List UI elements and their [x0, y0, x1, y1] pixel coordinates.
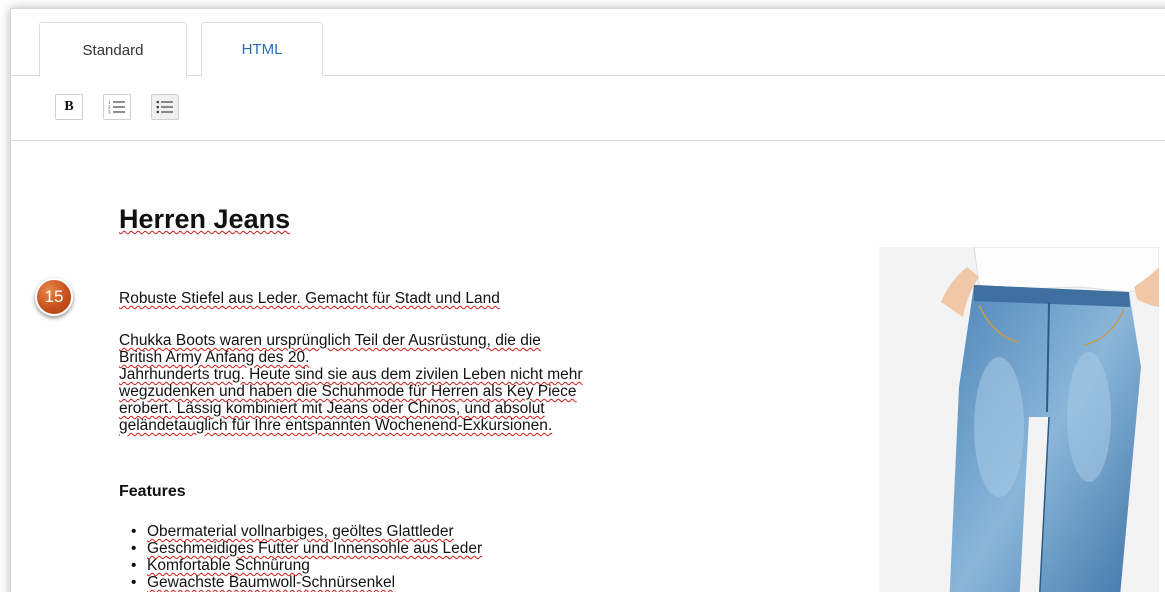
product-image: [879, 247, 1159, 592]
editor-content[interactable]: Herren Jeans 15 Robuste Stiefel aus Lede…: [11, 142, 1165, 592]
paragraph-line: British Army Anfang des 20.: [119, 349, 310, 366]
paragraph-line: wegzudenken und haben die Schuhmode für …: [119, 383, 577, 400]
tab-html[interactable]: HTML: [201, 22, 323, 76]
feature-text: Gewachste Baumwoll-Schnürsenkel: [147, 574, 396, 591]
editor-frame: Standard HTML B 1 2 3 Herren Jeans 15 Ro…: [10, 8, 1165, 592]
editor-tabbar: Standard HTML: [11, 9, 1165, 77]
tab-standard[interactable]: Standard: [39, 22, 187, 77]
jeans-model-illustration: [879, 247, 1159, 592]
paragraph-line: geländetauglich für Ihre entspannten Woc…: [119, 417, 553, 434]
formatting-toolbar: B 1 2 3: [11, 76, 1165, 141]
svg-text:3: 3: [108, 110, 111, 115]
paragraph-line: erobert. Lässig kombiniert mit Jeans ode…: [119, 400, 545, 417]
content-heading: Herren Jeans: [119, 204, 290, 235]
content-paragraph: Chukka Boots waren ursprünglich Teil der…: [119, 332, 719, 434]
step-badge: 15: [35, 278, 73, 316]
list-item: Gewachste Baumwoll-Schnürsenkel: [119, 574, 482, 591]
feature-text: Komfortable Schnürung: [147, 557, 310, 574]
feature-list: Obermaterial vollnarbiges, geöltes Glatt…: [119, 523, 482, 591]
bold-button[interactable]: B: [55, 94, 83, 120]
list-item: Komfortable Schnürung: [119, 557, 482, 574]
paragraph-line: Jahrhunderts trug. Heute sind sie aus de…: [119, 366, 583, 383]
feature-text: Geschmeidiges Futter und Innensohle aus …: [147, 540, 483, 557]
unordered-list-button[interactable]: [151, 94, 179, 120]
unordered-list-icon: [156, 100, 173, 114]
feature-text: Obermaterial vollnarbiges, geöltes Glatt…: [147, 523, 454, 540]
heading-text: Herren Jeans: [119, 204, 291, 234]
list-item: Geschmeidiges Futter und Innensohle aus …: [119, 540, 482, 557]
subtitle-text: Robuste Stiefel aus Leder. Gemacht für S…: [119, 290, 500, 307]
ordered-list-button[interactable]: 1 2 3: [103, 94, 131, 120]
ordered-list-icon: 1 2 3: [108, 100, 125, 115]
paragraph-line: Chukka Boots waren ursprünglich Teil der…: [119, 332, 541, 349]
list-item: Obermaterial vollnarbiges, geöltes Glatt…: [119, 523, 482, 540]
content-subtitle: Robuste Stiefel aus Leder. Gemacht für S…: [119, 290, 500, 307]
features-heading: Features: [119, 483, 186, 500]
